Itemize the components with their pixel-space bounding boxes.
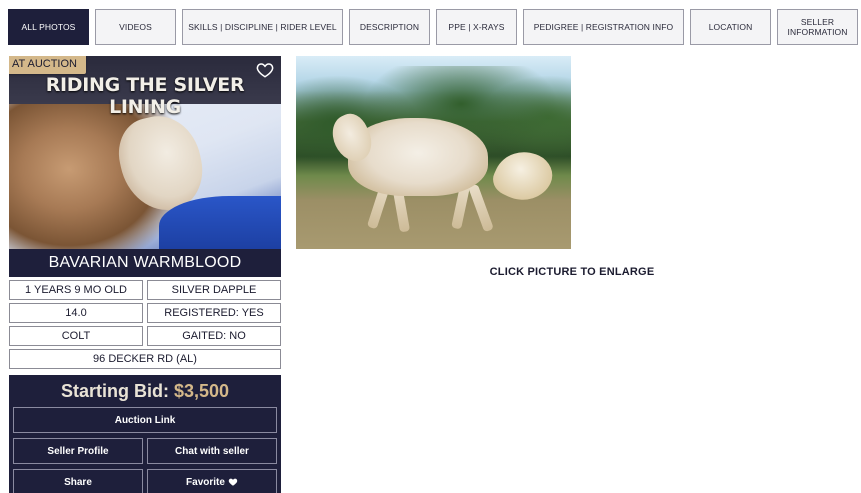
spec-registered: REGISTERED: YES (147, 303, 281, 323)
favorite-button[interactable]: Favorite (147, 469, 277, 493)
starting-bid: Starting Bid: $3,500 (13, 378, 277, 404)
starting-bid-label: Starting Bid: (60, 381, 169, 401)
spec-height: 14.0 (9, 303, 143, 323)
heart-outline-icon[interactable] (256, 61, 274, 79)
spec-color: SILVER DAPPLE (147, 280, 281, 300)
listing-card: RIDING THE SILVER LINING AT AUCTION BAVA… (9, 56, 281, 493)
heart-icon (228, 478, 238, 486)
breed-label: BAVARIAN WARMBLOOD (9, 249, 281, 277)
auction-badge: AT AUCTION (9, 56, 86, 74)
bid-row-1: Seller Profile Chat with seller (13, 438, 277, 464)
spec-gaited: GAITED: NO (147, 326, 281, 346)
listing-photo[interactable]: RIDING THE SILVER LINING AT AUCTION (9, 56, 281, 249)
main-photo[interactable] (296, 56, 571, 249)
spec-grid: 1 YEARS 9 MO OLD SILVER DAPPLE 14.0 REGI… (9, 280, 281, 369)
spec-location: 96 DECKER RD (AL) (9, 349, 281, 369)
spec-sex: COLT (9, 326, 143, 346)
tab-location[interactable]: LOCATION (690, 9, 771, 45)
starting-bid-amount: $3,500 (173, 381, 230, 401)
tab-bar: ALL PHOTOS VIDEOS SKILLS | DISCIPLINE | … (8, 9, 858, 45)
horse-body (348, 118, 488, 196)
auction-link-button[interactable]: Auction Link (13, 407, 277, 433)
tab-seller-information[interactable]: SELLER INFORMATION (777, 9, 858, 45)
tab-description[interactable]: DESCRIPTION (349, 9, 430, 45)
share-button[interactable]: Share (13, 469, 143, 493)
enlarge-hint: CLICK PICTURE TO ENLARGE (489, 266, 655, 278)
chat-with-seller-button[interactable]: Chat with seller (147, 438, 277, 464)
bid-panel: Starting Bid: $3,500 Auction Link Seller… (9, 375, 281, 493)
favorite-label: Favorite (186, 476, 225, 488)
tab-ppe-xrays[interactable]: PPE | X-RAYS (436, 9, 517, 45)
horse-leg (468, 183, 494, 233)
seller-profile-button[interactable]: Seller Profile (13, 438, 143, 464)
tab-all-photos[interactable]: ALL PHOTOS (8, 9, 89, 45)
tab-skills[interactable]: SKILLS | DISCIPLINE | RIDER LEVEL (182, 9, 343, 45)
bid-row-2: Share Favorite (13, 469, 277, 493)
spec-age: 1 YEARS 9 MO OLD (9, 280, 143, 300)
photo-title: RIDING THE SILVER LINING (45, 74, 245, 118)
tab-pedigree[interactable]: PEDIGREE | REGISTRATION INFO (523, 9, 684, 45)
tab-videos[interactable]: VIDEOS (95, 9, 176, 45)
